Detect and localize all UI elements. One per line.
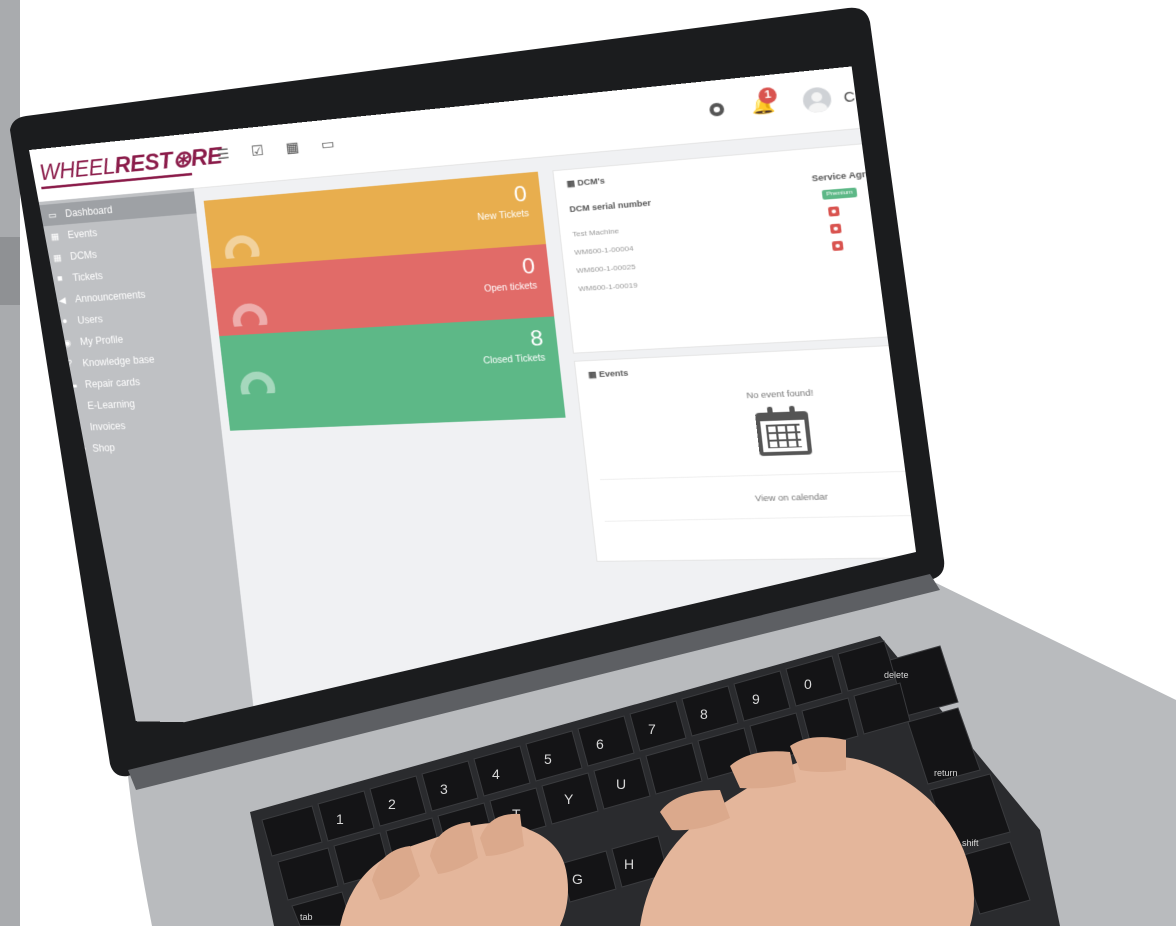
settings-gear-icon[interactable] (709, 102, 726, 117)
svg-text:5: 5 (544, 751, 552, 767)
calendar-icon: ▦ (50, 231, 60, 242)
view-calendar-link[interactable]: View on calendar (590, 488, 916, 507)
dcm-row[interactable]: WM600-1-00019 (578, 281, 638, 293)
svg-text:H: H (624, 856, 634, 872)
sidebar-item-label: DCMs (69, 248, 98, 263)
svg-text:8: 8 (700, 706, 708, 722)
sidebar-item-label: Dashboard (64, 203, 114, 220)
sidebar-item-label: Shop (91, 441, 116, 455)
no-agreement-icon (827, 206, 840, 217)
events-panel: ▦ Events No event found! View on calenda… (573, 339, 916, 562)
notification-badge: 1 (758, 86, 778, 104)
sidebar-item-label: Repair cards (84, 375, 141, 391)
calendar-ring (788, 405, 796, 416)
page-edge-mark (0, 237, 20, 305)
monitor-icon: ▭ (47, 209, 58, 221)
sidebar-item-label: Announcements (74, 288, 146, 305)
svg-text:6: 6 (596, 736, 604, 752)
divider (599, 468, 916, 481)
megaphone-icon: ◀ (58, 295, 67, 306)
ticket-icon: ■ (56, 273, 64, 284)
header-actions: 🔔 1 Customer Doe ▾ (708, 72, 916, 124)
svg-text:3: 3 (440, 781, 448, 797)
calendar-icon (754, 405, 813, 457)
avatar (801, 86, 833, 114)
sidebar-item-label: Users (76, 313, 104, 327)
premium-badge: Premium (821, 187, 858, 200)
calendar-ring (766, 406, 774, 417)
sidebar-item-label: Invoices (89, 419, 127, 433)
sidebar-item-label: Tickets (71, 269, 104, 284)
sidebar-item-label: E-Learning (86, 397, 136, 412)
grid-icon[interactable]: ▦ (284, 140, 302, 157)
dcm-panel-title: ▦ DCM's (566, 176, 606, 189)
sidebar-item-label: Events (66, 226, 98, 241)
stat-value: 8 (528, 326, 545, 352)
no-agreement-icon (829, 223, 842, 234)
stat-value: 0 (512, 181, 529, 208)
no-events-text: No event found! (745, 387, 814, 401)
checkbox-icon[interactable]: ☑ (249, 143, 266, 160)
key-return: return (934, 768, 958, 778)
svg-text:2: 2 (388, 796, 396, 812)
key-shift: shift (962, 838, 979, 848)
svg-text:7: 7 (648, 721, 656, 737)
stat-value: 0 (520, 254, 537, 280)
dcm-row[interactable]: Test Machine (572, 227, 619, 239)
svg-text:G: G (572, 871, 583, 887)
svg-text:1: 1 (336, 811, 344, 827)
no-agreement-icon (831, 240, 844, 252)
svg-text:0: 0 (804, 676, 812, 692)
dcm-row[interactable]: WM600-1-00025 (576, 263, 636, 275)
sidebar-item-label: Knowledge base (81, 353, 156, 369)
dcm-serial-header: DCM serial number (569, 198, 652, 214)
dcm-row[interactable]: WM600-1-00004 (574, 244, 634, 256)
list-icon[interactable]: ☰ (215, 147, 232, 164)
dcm-panel: ▦ DCM's DCM serial number Service Agreem… (552, 133, 916, 354)
svg-text:9: 9 (752, 691, 760, 707)
stat-label: New Tickets (477, 208, 530, 223)
logo-rest: REST (113, 147, 174, 179)
svg-text:U: U (616, 776, 626, 792)
stat-label: Closed Tickets (482, 353, 546, 367)
key-delete: delete (884, 670, 909, 680)
sidebar-item-label: My Profile (79, 333, 124, 348)
grid-icon: ▦ (52, 252, 63, 264)
svg-text:Y: Y (564, 791, 574, 807)
svg-text:4: 4 (492, 766, 500, 782)
notification-bell-icon[interactable]: 🔔 1 (751, 86, 778, 116)
monitor-icon[interactable]: ▭ (319, 137, 337, 154)
calendar-grid (765, 423, 803, 449)
key-tab: tab (300, 912, 313, 922)
events-panel-title: ▦ Events (587, 368, 629, 380)
stat-label: Open tickets (483, 281, 538, 295)
